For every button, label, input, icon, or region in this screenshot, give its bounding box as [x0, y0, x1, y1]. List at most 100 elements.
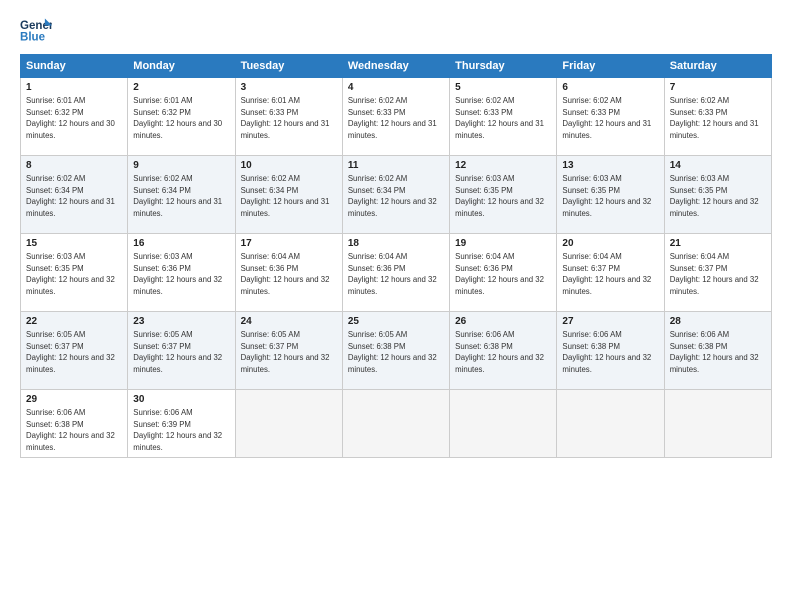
calendar-page: General Blue SundayMondayTuesdayWednesda… [0, 0, 792, 612]
day-number: 19 [455, 238, 551, 249]
day-number: 13 [562, 160, 658, 171]
calendar-cell: 13 Sunrise: 6:03 AMSunset: 6:35 PMDaylig… [557, 156, 664, 234]
day-info: Sunrise: 6:05 AMSunset: 6:37 PMDaylight:… [133, 330, 222, 374]
day-number: 23 [133, 316, 229, 327]
calendar-cell: 9 Sunrise: 6:02 AMSunset: 6:34 PMDayligh… [128, 156, 235, 234]
weekday-header-wednesday: Wednesday [342, 55, 449, 78]
day-info: Sunrise: 6:02 AMSunset: 6:34 PMDaylight:… [133, 174, 222, 218]
day-number: 14 [670, 160, 766, 171]
calendar-cell [664, 390, 771, 458]
day-number: 2 [133, 82, 229, 93]
calendar-cell: 24 Sunrise: 6:05 AMSunset: 6:37 PMDaylig… [235, 312, 342, 390]
day-number: 18 [348, 238, 444, 249]
day-info: Sunrise: 6:05 AMSunset: 6:37 PMDaylight:… [26, 330, 115, 374]
calendar-cell: 16 Sunrise: 6:03 AMSunset: 6:36 PMDaylig… [128, 234, 235, 312]
calendar-table: SundayMondayTuesdayWednesdayThursdayFrid… [20, 54, 772, 458]
calendar-cell [342, 390, 449, 458]
day-info: Sunrise: 6:05 AMSunset: 6:37 PMDaylight:… [241, 330, 330, 374]
calendar-cell: 15 Sunrise: 6:03 AMSunset: 6:35 PMDaylig… [21, 234, 128, 312]
day-info: Sunrise: 6:02 AMSunset: 6:33 PMDaylight:… [562, 96, 651, 140]
calendar-cell: 30 Sunrise: 6:06 AMSunset: 6:39 PMDaylig… [128, 390, 235, 458]
day-number: 22 [26, 316, 122, 327]
day-number: 8 [26, 160, 122, 171]
day-info: Sunrise: 6:06 AMSunset: 6:39 PMDaylight:… [133, 408, 222, 452]
calendar-cell: 25 Sunrise: 6:05 AMSunset: 6:38 PMDaylig… [342, 312, 449, 390]
day-number: 3 [241, 82, 337, 93]
day-info: Sunrise: 6:04 AMSunset: 6:37 PMDaylight:… [562, 252, 651, 296]
day-info: Sunrise: 6:01 AMSunset: 6:32 PMDaylight:… [26, 96, 115, 140]
day-number: 26 [455, 316, 551, 327]
calendar-cell: 3 Sunrise: 6:01 AMSunset: 6:33 PMDayligh… [235, 78, 342, 156]
day-info: Sunrise: 6:02 AMSunset: 6:34 PMDaylight:… [348, 174, 437, 218]
day-number: 11 [348, 160, 444, 171]
day-info: Sunrise: 6:04 AMSunset: 6:36 PMDaylight:… [348, 252, 437, 296]
calendar-cell: 21 Sunrise: 6:04 AMSunset: 6:37 PMDaylig… [664, 234, 771, 312]
day-number: 17 [241, 238, 337, 249]
day-info: Sunrise: 6:06 AMSunset: 6:38 PMDaylight:… [670, 330, 759, 374]
day-number: 10 [241, 160, 337, 171]
day-info: Sunrise: 6:01 AMSunset: 6:32 PMDaylight:… [133, 96, 222, 140]
day-info: Sunrise: 6:06 AMSunset: 6:38 PMDaylight:… [26, 408, 115, 452]
day-number: 25 [348, 316, 444, 327]
day-info: Sunrise: 6:03 AMSunset: 6:35 PMDaylight:… [455, 174, 544, 218]
calendar-cell: 17 Sunrise: 6:04 AMSunset: 6:36 PMDaylig… [235, 234, 342, 312]
day-number: 29 [26, 394, 122, 405]
calendar-cell: 10 Sunrise: 6:02 AMSunset: 6:34 PMDaylig… [235, 156, 342, 234]
calendar-cell: 2 Sunrise: 6:01 AMSunset: 6:32 PMDayligh… [128, 78, 235, 156]
day-number: 9 [133, 160, 229, 171]
svg-text:Blue: Blue [20, 32, 46, 44]
day-number: 21 [670, 238, 766, 249]
day-number: 16 [133, 238, 229, 249]
day-number: 5 [455, 82, 551, 93]
day-info: Sunrise: 6:05 AMSunset: 6:38 PMDaylight:… [348, 330, 437, 374]
calendar-cell [235, 390, 342, 458]
calendar-cell [450, 390, 557, 458]
calendar-cell: 29 Sunrise: 6:06 AMSunset: 6:38 PMDaylig… [21, 390, 128, 458]
day-info: Sunrise: 6:06 AMSunset: 6:38 PMDaylight:… [562, 330, 651, 374]
day-info: Sunrise: 6:02 AMSunset: 6:33 PMDaylight:… [348, 96, 437, 140]
day-number: 6 [562, 82, 658, 93]
calendar-cell: 11 Sunrise: 6:02 AMSunset: 6:34 PMDaylig… [342, 156, 449, 234]
day-info: Sunrise: 6:04 AMSunset: 6:36 PMDaylight:… [455, 252, 544, 296]
day-info: Sunrise: 6:04 AMSunset: 6:36 PMDaylight:… [241, 252, 330, 296]
day-number: 20 [562, 238, 658, 249]
day-number: 1 [26, 82, 122, 93]
day-info: Sunrise: 6:03 AMSunset: 6:35 PMDaylight:… [670, 174, 759, 218]
weekday-header-saturday: Saturday [664, 55, 771, 78]
calendar-cell: 26 Sunrise: 6:06 AMSunset: 6:38 PMDaylig… [450, 312, 557, 390]
calendar-cell: 1 Sunrise: 6:01 AMSunset: 6:32 PMDayligh… [21, 78, 128, 156]
day-number: 15 [26, 238, 122, 249]
day-info: Sunrise: 6:06 AMSunset: 6:38 PMDaylight:… [455, 330, 544, 374]
weekday-header-monday: Monday [128, 55, 235, 78]
calendar-cell: 28 Sunrise: 6:06 AMSunset: 6:38 PMDaylig… [664, 312, 771, 390]
weekday-header-thursday: Thursday [450, 55, 557, 78]
calendar-cell: 19 Sunrise: 6:04 AMSunset: 6:36 PMDaylig… [450, 234, 557, 312]
day-info: Sunrise: 6:03 AMSunset: 6:35 PMDaylight:… [26, 252, 115, 296]
calendar-cell: 4 Sunrise: 6:02 AMSunset: 6:33 PMDayligh… [342, 78, 449, 156]
day-info: Sunrise: 6:02 AMSunset: 6:33 PMDaylight:… [670, 96, 759, 140]
day-number: 27 [562, 316, 658, 327]
day-number: 12 [455, 160, 551, 171]
calendar-cell [557, 390, 664, 458]
calendar-cell: 6 Sunrise: 6:02 AMSunset: 6:33 PMDayligh… [557, 78, 664, 156]
calendar-cell: 20 Sunrise: 6:04 AMSunset: 6:37 PMDaylig… [557, 234, 664, 312]
day-number: 30 [133, 394, 229, 405]
calendar-cell: 18 Sunrise: 6:04 AMSunset: 6:36 PMDaylig… [342, 234, 449, 312]
page-header: General Blue [20, 16, 772, 44]
day-info: Sunrise: 6:03 AMSunset: 6:35 PMDaylight:… [562, 174, 651, 218]
weekday-header-friday: Friday [557, 55, 664, 78]
calendar-cell: 14 Sunrise: 6:03 AMSunset: 6:35 PMDaylig… [664, 156, 771, 234]
logo-icon: General Blue [20, 16, 52, 44]
calendar-cell: 27 Sunrise: 6:06 AMSunset: 6:38 PMDaylig… [557, 312, 664, 390]
day-info: Sunrise: 6:01 AMSunset: 6:33 PMDaylight:… [241, 96, 330, 140]
calendar-cell: 5 Sunrise: 6:02 AMSunset: 6:33 PMDayligh… [450, 78, 557, 156]
calendar-cell: 23 Sunrise: 6:05 AMSunset: 6:37 PMDaylig… [128, 312, 235, 390]
day-info: Sunrise: 6:02 AMSunset: 6:34 PMDaylight:… [26, 174, 115, 218]
weekday-header-sunday: Sunday [21, 55, 128, 78]
calendar-cell: 8 Sunrise: 6:02 AMSunset: 6:34 PMDayligh… [21, 156, 128, 234]
day-info: Sunrise: 6:02 AMSunset: 6:33 PMDaylight:… [455, 96, 544, 140]
day-number: 7 [670, 82, 766, 93]
day-info: Sunrise: 6:02 AMSunset: 6:34 PMDaylight:… [241, 174, 330, 218]
day-number: 4 [348, 82, 444, 93]
weekday-header-tuesday: Tuesday [235, 55, 342, 78]
